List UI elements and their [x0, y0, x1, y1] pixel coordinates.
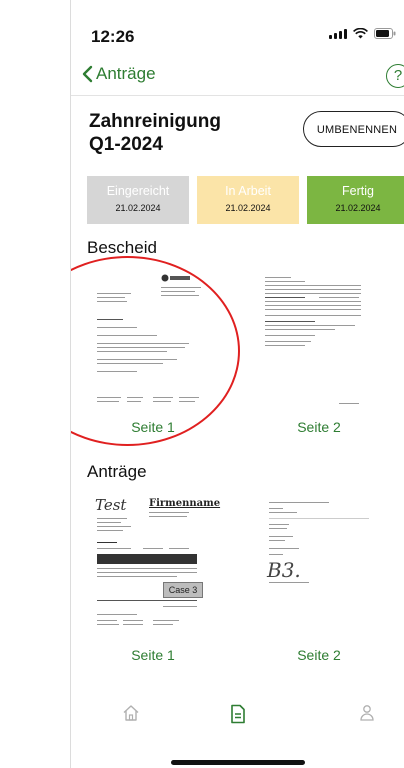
bescheid-page-1-thumbnail[interactable] [93, 265, 213, 415]
bescheid-page-2-label[interactable]: Seite 2 [259, 419, 379, 435]
home-indicator[interactable] [171, 760, 305, 765]
section-heading-antraege: Anträge [87, 462, 147, 481]
back-label: Anträge [96, 64, 156, 83]
step-in-progress: In Arbeit 21.02.2024 [197, 176, 299, 224]
step-date: 21.02.2024 [225, 203, 271, 213]
nav-divider [71, 95, 404, 96]
rename-button[interactable]: UMBENENNEN [303, 111, 404, 147]
step-done: Fertig 21.02.2024 [307, 176, 404, 224]
step-date: 21.02.2024 [115, 203, 161, 213]
antrag-page-1-thumbnail[interactable]: Test Firmenname Case 3 [93, 490, 220, 640]
section-heading-bescheid: Bescheid [87, 238, 157, 257]
antrag-page-2-thumbnail[interactable]: B3. [259, 490, 379, 640]
antrag-page-2-label[interactable]: Seite 2 [259, 647, 379, 663]
page-title: Zahnreinigung Q1-2024 [89, 111, 221, 155]
help-icon[interactable]: ? [386, 64, 404, 88]
left-gutter [0, 0, 71, 768]
cellular-signal-icon [329, 29, 347, 39]
wifi-icon [353, 28, 368, 39]
person-icon[interactable] [359, 704, 375, 727]
step-date: 21.02.2024 [335, 203, 381, 213]
bescheid-page-2-thumbnail[interactable] [259, 265, 379, 415]
antrag-page-1-label[interactable]: Seite 1 [93, 647, 213, 663]
phone-screen: 12:26 Anträge ? Zahnreinigung Q1-2024 UM… [71, 0, 404, 768]
company-name: Firmenname [149, 498, 221, 509]
step-submitted: Eingereicht 21.02.2024 [87, 176, 189, 224]
battery-icon [374, 28, 396, 39]
status-bar: 12:26 [71, 0, 404, 56]
back-button[interactable]: Anträge [81, 64, 156, 84]
chevron-left-icon [82, 65, 93, 83]
navigation-bar: Anträge ? [71, 58, 404, 92]
stamp-box: Case 3 [163, 582, 203, 598]
tab-bar [71, 700, 404, 740]
status-steps: Eingereicht 21.02.2024 In Arbeit 21.02.2… [87, 176, 404, 224]
status-time: 12:26 [91, 27, 135, 46]
status-icons [329, 28, 396, 39]
handwriting-b3: B3. [267, 558, 301, 582]
bescheid-page-1-label[interactable]: Seite 1 [93, 419, 213, 435]
step-label: Fertig [342, 184, 374, 198]
logo-mark [161, 274, 190, 282]
handwriting-test: Test [95, 496, 127, 514]
step-label: Eingereicht [106, 184, 170, 198]
document-icon[interactable] [229, 704, 247, 729]
step-label: In Arbeit [225, 184, 271, 198]
home-icon[interactable] [122, 704, 140, 727]
